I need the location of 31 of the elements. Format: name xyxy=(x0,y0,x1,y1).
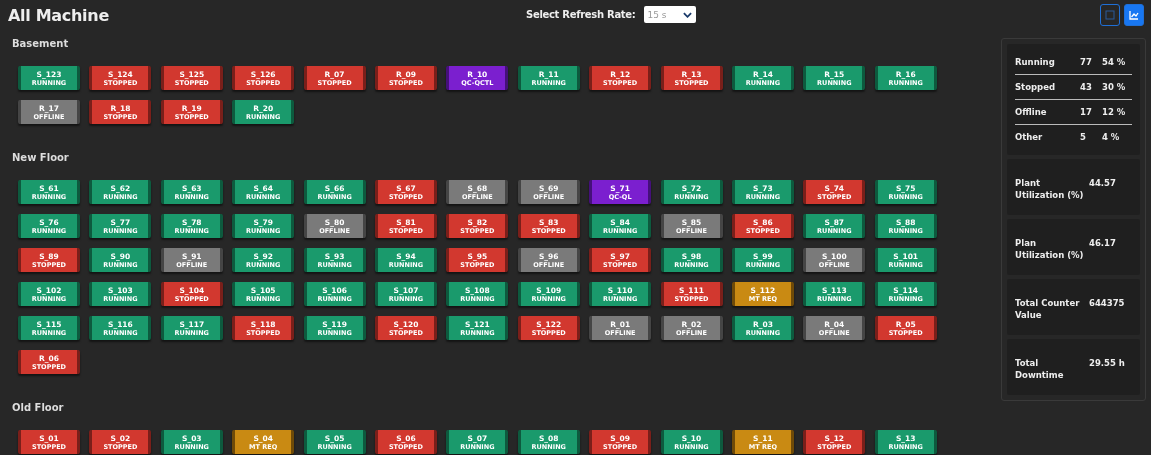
chart-icon xyxy=(1129,10,1139,20)
grid-view-button[interactable] xyxy=(1100,4,1120,26)
metric-label: Plan Utilization (%) xyxy=(1015,237,1085,262)
status-percent: 4 % xyxy=(1102,132,1121,142)
metric-value: 44.57 xyxy=(1089,177,1117,190)
chevron-down-icon xyxy=(682,11,692,18)
page-title: All Machine xyxy=(8,5,109,25)
status-label: Other xyxy=(1015,132,1044,142)
metric-label: Plant Utilization (%) xyxy=(1015,177,1085,202)
status-label: Stopped xyxy=(1015,82,1057,92)
grid-icon xyxy=(1105,10,1115,20)
chart-view-button[interactable] xyxy=(1124,4,1144,26)
status-label: Running xyxy=(1015,57,1056,67)
metric-value: 46.17 xyxy=(1089,237,1117,250)
floor-heading: New Floor xyxy=(11,151,70,165)
metric-label: Total Counter Value xyxy=(1015,297,1081,322)
metric-value: 29.55 h xyxy=(1089,357,1126,370)
status-label: Offline xyxy=(1015,107,1048,117)
status-count: 43 xyxy=(1080,82,1093,92)
status-percent: 12 % xyxy=(1102,107,1127,117)
refresh-rate-label: Select Refresh Rate: xyxy=(526,9,636,20)
status-percent: 30 % xyxy=(1102,82,1127,92)
floor-heading: Old Floor xyxy=(11,401,65,415)
status-count: 77 xyxy=(1080,57,1093,67)
floor-heading: Basement xyxy=(11,37,70,51)
metric-value: 644375 xyxy=(1089,297,1126,310)
status-count: 5 xyxy=(1080,132,1087,142)
metric-label: Total Downtime xyxy=(1015,357,1065,382)
status-count: 17 xyxy=(1080,107,1093,117)
status-percent: 54 % xyxy=(1102,57,1127,67)
refresh-rate-dropdown[interactable]: 15 s xyxy=(643,6,696,23)
